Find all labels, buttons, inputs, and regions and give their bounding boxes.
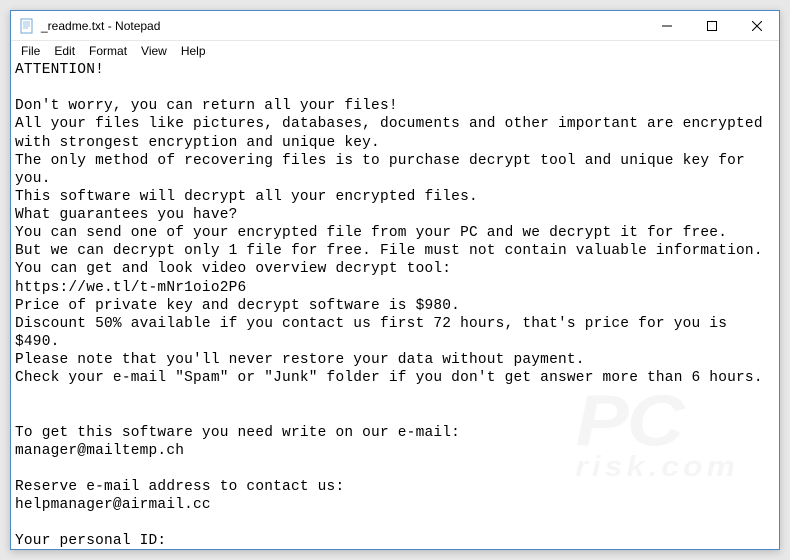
- menubar: File Edit Format View Help: [11, 41, 779, 61]
- menu-file[interactable]: File: [15, 43, 46, 59]
- notepad-window: _readme.txt - Notepad File Edit Format V…: [10, 10, 780, 550]
- menu-help[interactable]: Help: [175, 43, 212, 59]
- minimize-button[interactable]: [644, 11, 689, 40]
- titlebar[interactable]: _readme.txt - Notepad: [11, 11, 779, 41]
- maximize-button[interactable]: [689, 11, 734, 40]
- text-area[interactable]: ATTENTION! Don't worry, you can return a…: [11, 61, 779, 549]
- close-button[interactable]: [734, 11, 779, 40]
- window-title: _readme.txt - Notepad: [41, 19, 644, 33]
- menu-edit[interactable]: Edit: [48, 43, 81, 59]
- menu-view[interactable]: View: [135, 43, 173, 59]
- menu-format[interactable]: Format: [83, 43, 133, 59]
- window-controls: [644, 11, 779, 40]
- notepad-icon: [19, 18, 35, 34]
